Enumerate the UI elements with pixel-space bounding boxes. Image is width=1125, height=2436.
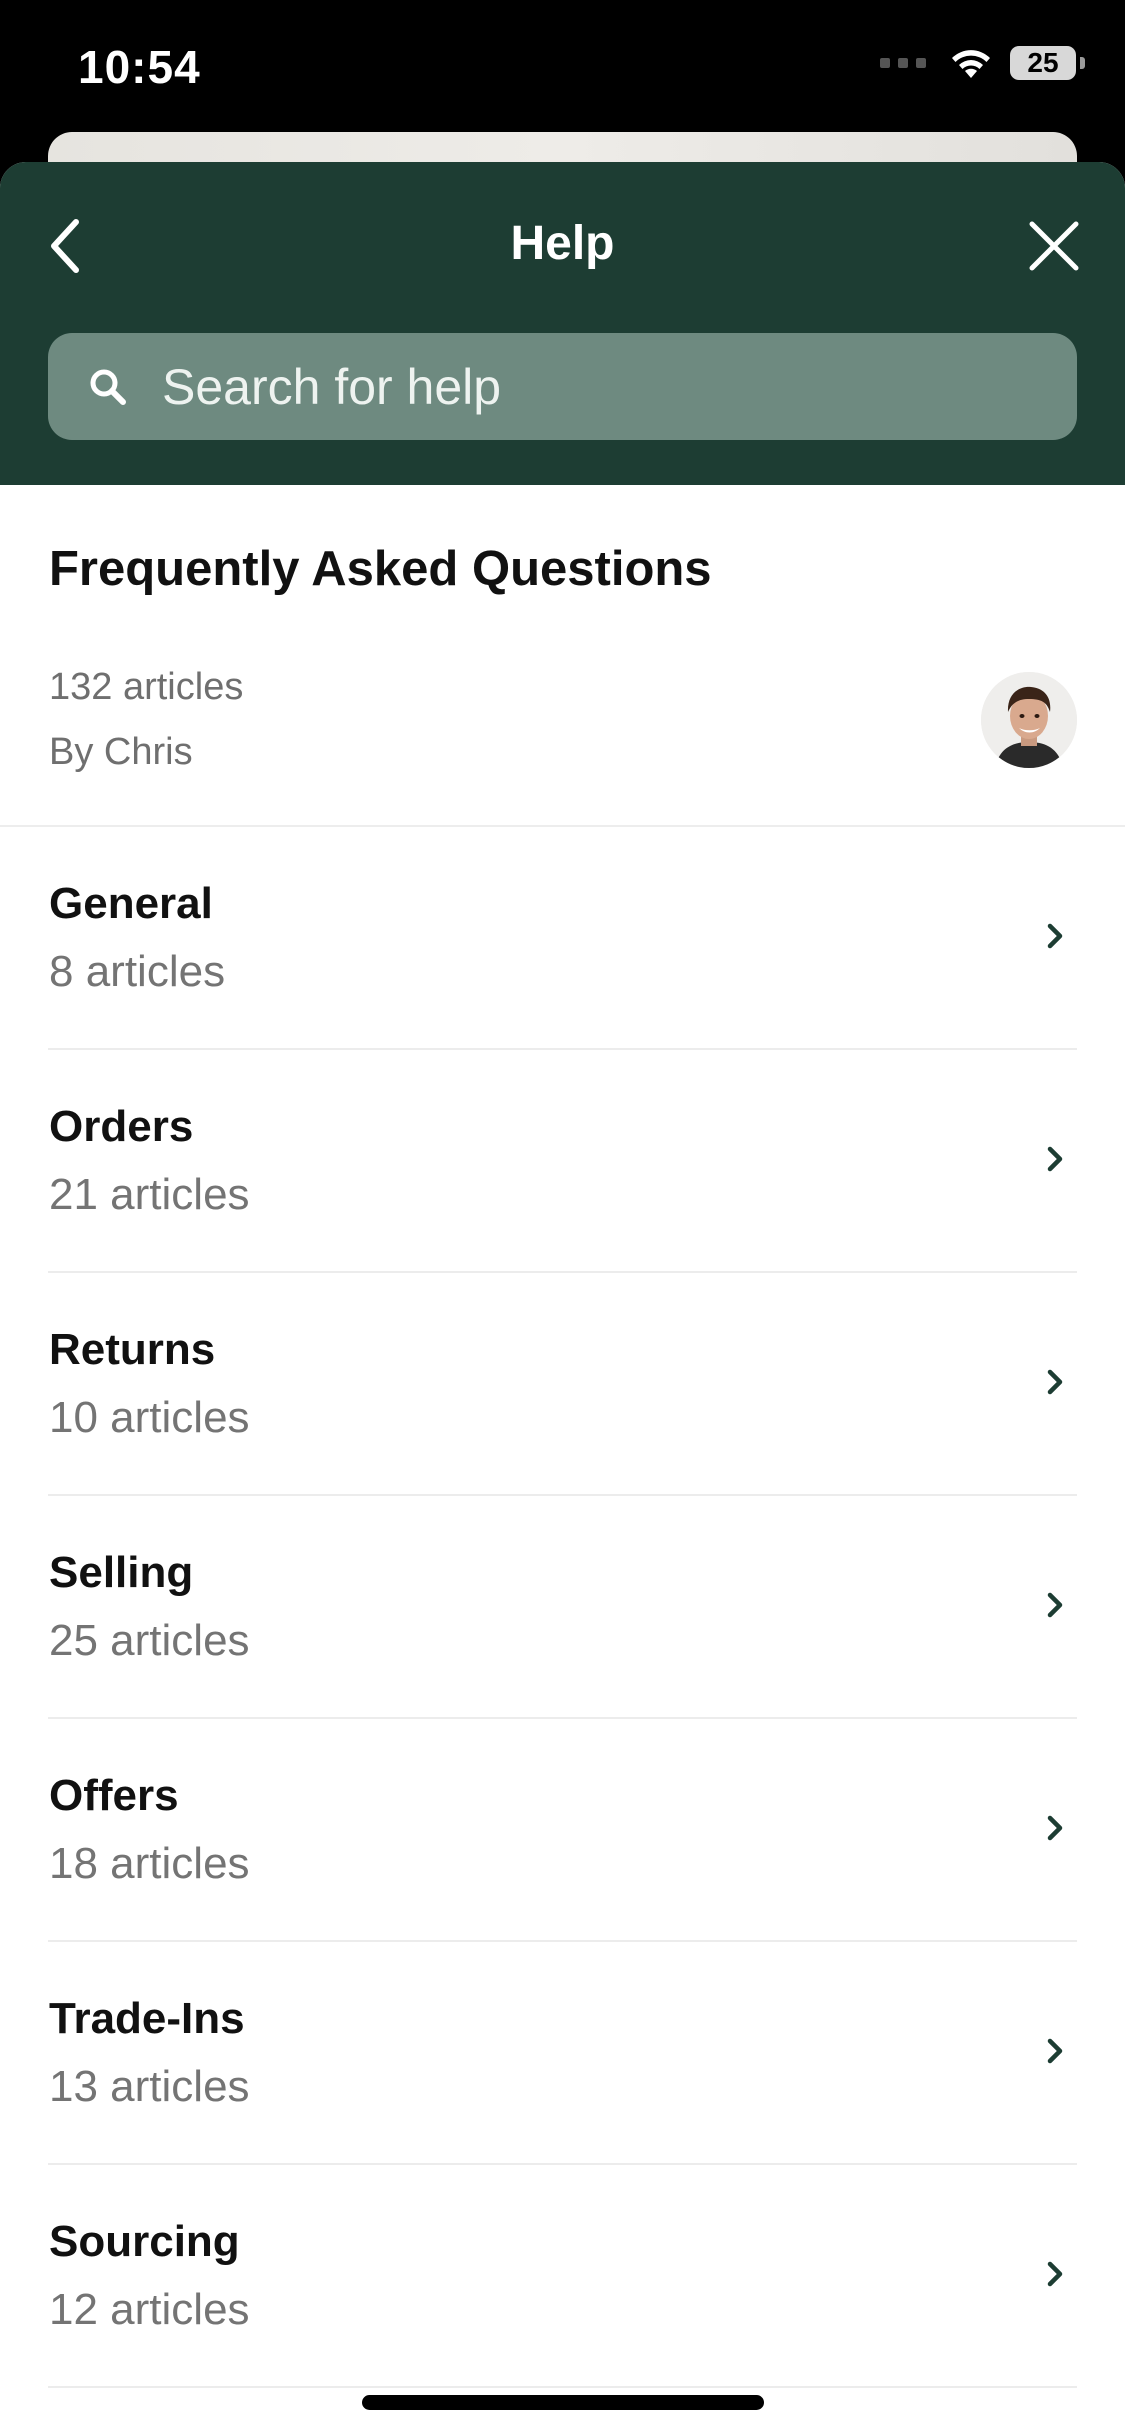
category-article-count: 12 articles [49, 2285, 250, 2334]
category-item-returns[interactable]: Returns 10 articles [48, 1273, 1077, 1496]
collection-article-count: 132 articles [49, 666, 244, 708]
category-name: General [49, 879, 213, 928]
search-icon [88, 367, 128, 407]
category-article-count: 21 articles [49, 1170, 250, 1219]
chevron-right-icon [1043, 919, 1067, 953]
collection-title: Frequently Asked Questions [49, 542, 712, 596]
chevron-right-icon [1043, 1142, 1067, 1176]
help-sheet: Help Search for help Frequently Asked Qu… [0, 162, 1125, 2436]
wifi-icon [952, 50, 990, 78]
category-name: Trade-Ins [49, 1994, 245, 2043]
chevron-right-icon [1043, 1588, 1067, 1622]
category-item-orders[interactable]: Orders 21 articles [48, 1050, 1077, 1273]
category-name: Sourcing [49, 2217, 240, 2266]
close-icon [1029, 221, 1079, 271]
faq-collection-header: Frequently Asked Questions 132 articles … [0, 485, 1125, 827]
category-article-count: 18 articles [49, 1839, 250, 1888]
category-article-count: 25 articles [49, 1616, 250, 1665]
battery-icon: 25 [1010, 46, 1085, 80]
category-name: Orders [49, 1102, 194, 1151]
battery-tip [1080, 57, 1085, 69]
chevron-right-icon [1043, 2257, 1067, 2291]
status-time: 10:54 [78, 41, 201, 93]
category-item-selling[interactable]: Selling 25 articles [48, 1496, 1077, 1719]
category-name: Selling [49, 1548, 194, 1597]
category-item-sourcing[interactable]: Sourcing 12 articles [48, 2165, 1077, 2388]
category-name: Returns [49, 1325, 216, 1374]
category-item-offers[interactable]: Offers 18 articles [48, 1719, 1077, 1942]
close-button[interactable] [1019, 206, 1089, 286]
page-title: Help [510, 217, 615, 270]
category-article-count: 10 articles [49, 1393, 250, 1442]
category-article-count: 13 articles [49, 2062, 250, 2111]
category-item-trade-ins[interactable]: Trade-Ins 13 articles [48, 1942, 1077, 2165]
battery-level: 25 [1010, 46, 1076, 80]
status-indicators: 25 [880, 46, 1085, 80]
category-item-general[interactable]: General 8 articles [48, 827, 1077, 1050]
status-bar: 10:54 25 [0, 0, 1125, 150]
help-header: Help Search for help [0, 162, 1125, 485]
category-article-count: 8 articles [49, 947, 226, 996]
search-input[interactable]: Search for help [48, 333, 1077, 440]
home-indicator[interactable] [362, 2395, 764, 2410]
chevron-right-icon [1043, 2034, 1067, 2068]
category-name: Offers [49, 1771, 179, 1820]
collection-author: By Chris [49, 731, 193, 773]
search-placeholder: Search for help [162, 358, 502, 415]
chevron-right-icon [1043, 1365, 1067, 1399]
signal-icon [880, 58, 926, 68]
avatar [981, 672, 1077, 768]
chevron-right-icon [1043, 1811, 1067, 1845]
category-list: General 8 articles Orders 21 articles Re… [0, 827, 1125, 2388]
